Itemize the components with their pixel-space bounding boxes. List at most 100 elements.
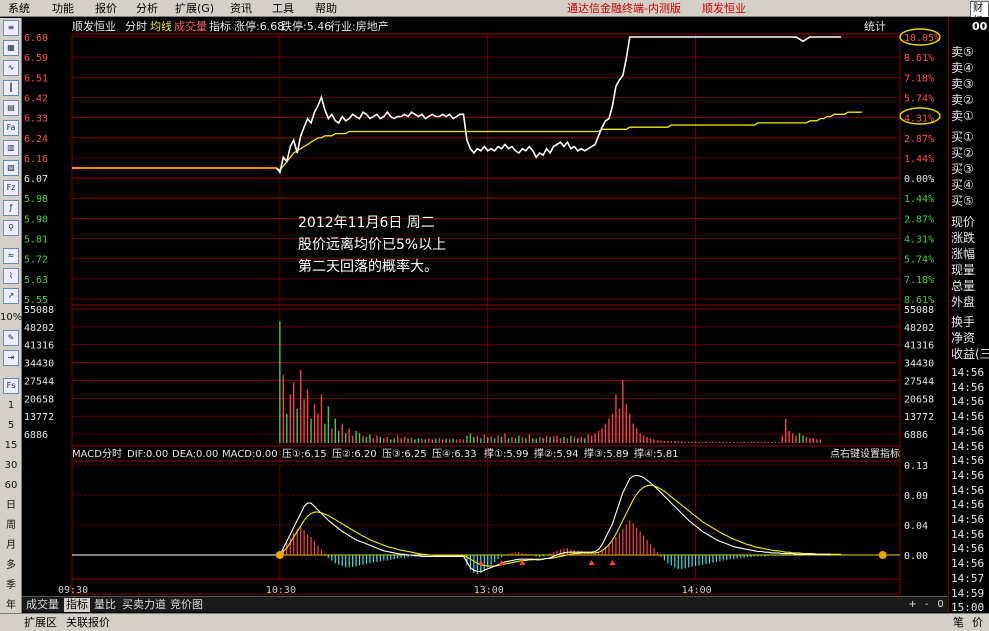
trend-icon[interactable]: ↗ (3, 288, 19, 304)
menu-tools[interactable]: 工具 (272, 1, 294, 16)
line-chart-icon[interactable]: ∿ (3, 60, 19, 76)
f10-icon[interactable]: Fa (3, 120, 19, 136)
zoom-out-button[interactable]: - (920, 599, 933, 611)
indicator-hint[interactable]: 点右键设置指标 (830, 447, 900, 460)
avg-label[interactable]: 均线 (150, 19, 172, 33)
tick-time: 14:57 (951, 571, 985, 585)
wave-icon[interactable]: ≈ (3, 248, 19, 264)
buy-1[interactable]: 买① (951, 130, 974, 145)
menu-quote[interactable]: 报价 (95, 1, 117, 16)
time-tick-label: 14:00 (682, 585, 712, 596)
period-1min[interactable]: 1 (0, 399, 22, 413)
tab-indicator[interactable]: 指标 (64, 598, 90, 612)
sell-3[interactable]: 卖③ (951, 77, 974, 92)
field-earnings: 收益(三 (951, 347, 989, 361)
tab-volume[interactable]: 成交量 (26, 598, 59, 612)
pencil-icon[interactable]: ✎ (3, 330, 19, 346)
tick-time: 14:56 (951, 513, 985, 526)
buy-5[interactable]: 买⑤ (951, 194, 974, 209)
right-header-value: 00 (972, 20, 988, 33)
buy-3[interactable]: 买③ (951, 162, 974, 177)
tab-auction[interactable]: 竞价图 (170, 598, 203, 612)
menu-info[interactable]: 资讯 (230, 1, 252, 16)
tick-time: 14:56 (951, 542, 985, 556)
compare-icon[interactable]: ▤ (3, 100, 19, 116)
app-title: 通达信金融终端-内测版 (567, 2, 681, 15)
period-month[interactable]: 月 (0, 539, 22, 553)
period-15min[interactable]: 15 (0, 439, 22, 453)
macd-dif: DIF:0.00 (127, 449, 168, 460)
sell-4[interactable]: 卖④ (951, 61, 974, 76)
buy-signal-arrow (588, 560, 595, 565)
volume-tick-label: 48202 (904, 323, 934, 334)
chart-icon[interactable]: ⌇ (3, 268, 19, 284)
period-week[interactable]: 周 (0, 519, 22, 533)
period-quarter[interactable]: 季 (0, 579, 22, 593)
fs-icon[interactable]: Fs (3, 378, 19, 394)
grid-icon[interactable]: ▦ (3, 40, 19, 56)
zoom-reset-button[interactable]: 0 (934, 599, 947, 611)
percent-label[interactable]: 10% (0, 311, 22, 325)
time-tick-label: 09:30 (58, 585, 88, 596)
stock-name: 顺发恒业 (72, 19, 116, 33)
sell-2[interactable]: 卖② (951, 93, 974, 108)
menu-help[interactable]: 帮助 (315, 1, 337, 16)
volume-tick-label: 34430 (904, 359, 934, 370)
stats-button[interactable]: 统计 (864, 20, 886, 33)
period-year[interactable]: 年 (0, 599, 22, 613)
tick-time: 14:56 (951, 557, 985, 571)
search-icon[interactable]: ⚲ (3, 220, 19, 236)
menu-analysis[interactable]: 分析 (136, 1, 158, 16)
menu-bar: 系统 功能 报价 分析 扩展(G) 资讯 工具 帮助 通达信金融终端-内测版 顺… (0, 0, 989, 29)
volume-tick-label: 41316 (24, 341, 54, 352)
tick-time: 14:56 (951, 410, 985, 424)
menu-extend[interactable]: 扩展(G) (175, 1, 214, 16)
intraday-chart[interactable]: 顺发恒业 分时 均线 成交量 指标 涨停:6.68 跌停:5.46 行业:房地产… (22, 17, 948, 596)
volume-tick-label: 13772 (24, 412, 54, 423)
status-price-button[interactable]: 价 (972, 616, 983, 630)
formula-icon[interactable]: ƒ (3, 200, 19, 216)
quote-list-icon[interactable]: ≡ (3, 20, 19, 36)
menu-system[interactable]: 系统 (8, 1, 30, 16)
support-1: 撑①:5.99 (484, 447, 529, 460)
period-60min[interactable]: 60 (0, 479, 22, 493)
buy-signal-arrow (609, 560, 616, 565)
tab-buy-sell-force[interactable]: 买卖力道 (122, 598, 166, 612)
time-tick-label: 10:30 (266, 585, 296, 596)
period-day[interactable]: 日 (0, 499, 22, 513)
news-icon[interactable]: ▥ (3, 140, 19, 156)
tick-time: 14:56 (951, 395, 985, 409)
status-extend-area[interactable]: 扩展区 (24, 616, 57, 630)
mode-label[interactable]: 分时 (125, 20, 147, 33)
calendar-icon[interactable]: ▧ (3, 160, 19, 176)
export-icon[interactable]: ⇥ (3, 350, 19, 366)
status-bar: 扩展区 关联报价 笔 价 (0, 613, 989, 631)
sell-5[interactable]: 卖⑤ (951, 45, 974, 60)
macd-tick-label: 0.00 (904, 551, 928, 562)
tab-volume-ratio[interactable]: 量比 (94, 598, 116, 612)
macd-tick-label: 0.04 (904, 521, 928, 532)
zoom-in-button[interactable]: + (906, 599, 919, 611)
sell-1[interactable]: 卖① (951, 109, 974, 124)
period-5min[interactable]: 5 (0, 419, 22, 433)
period-30min[interactable]: 30 (0, 459, 22, 473)
field-change-pct: 涨幅 (951, 247, 976, 261)
pct-tick-label: 2.87% (904, 134, 934, 145)
support-4: 撑④:5.81 (634, 447, 679, 460)
buy-4[interactable]: 买④ (951, 178, 974, 193)
period-multi[interactable]: 多 (0, 559, 22, 573)
pct-tick-label: 5.74% (904, 93, 934, 104)
pressure-1: 压①:6.15 (282, 448, 327, 460)
price-tick-label: 5.72 (24, 255, 48, 266)
fz-icon[interactable]: Fz (3, 180, 19, 196)
field-change: 涨跌 (951, 231, 976, 245)
indicator-label[interactable]: 指标 (209, 19, 231, 33)
tick-time: 14:56 (951, 424, 985, 438)
menu-function[interactable]: 功能 (52, 1, 74, 16)
status-tick-button[interactable]: 笔 (953, 616, 964, 630)
tick-time: 14:56 (951, 498, 985, 512)
buy-2[interactable]: 买② (951, 146, 974, 161)
status-linked-quote[interactable]: 关联报价 (66, 616, 110, 630)
volume-label[interactable]: 成交量 (174, 19, 207, 33)
kline-icon[interactable]: ┃ (3, 80, 19, 96)
